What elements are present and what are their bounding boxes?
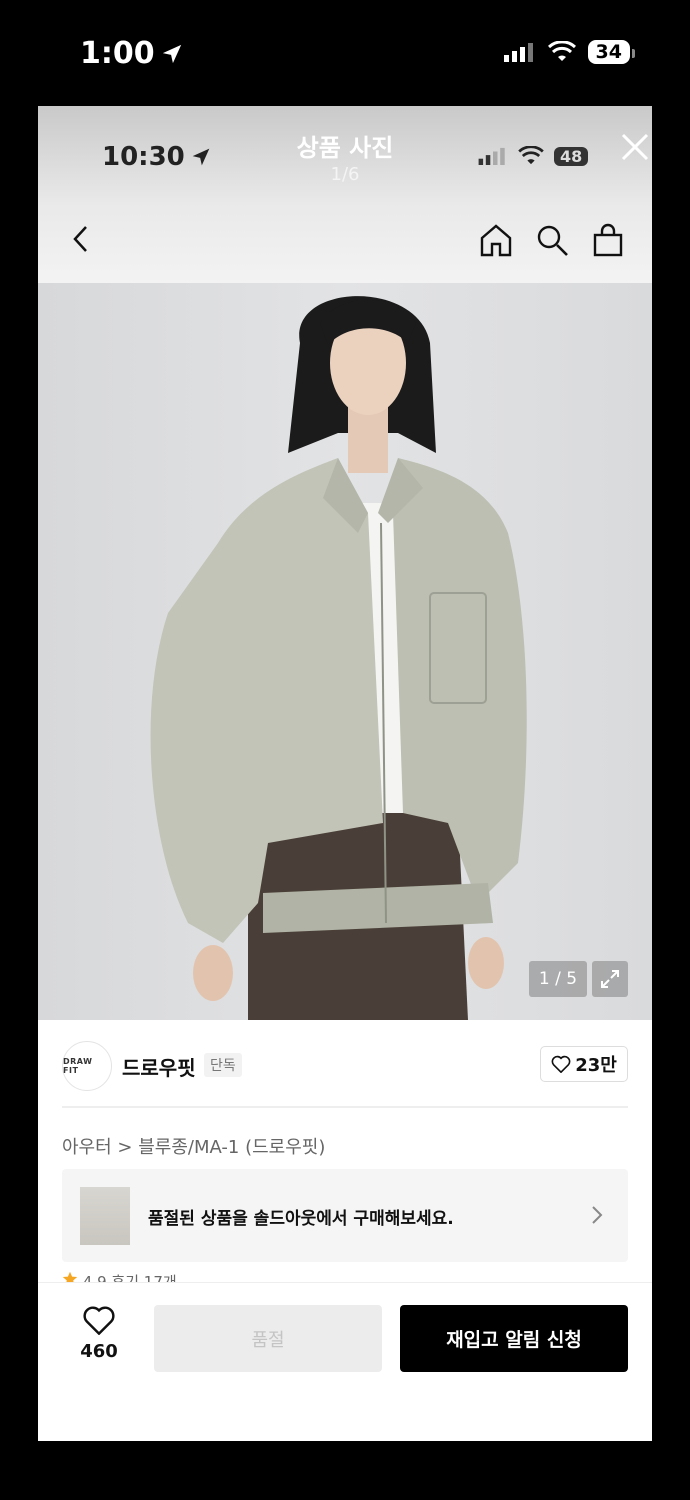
outer-status-icons: 34	[503, 40, 636, 64]
home-icon[interactable]	[478, 222, 514, 258]
app-screen: 10:30 48 상품 사진 1/6 1 / 5 DRAW FIT 드로우핏 단…	[38, 106, 652, 1441]
sold-out-button: 품절	[154, 1305, 382, 1372]
banner-text: 품절된 상품을 솔드아웃에서 구매해보세요.	[148, 1209, 454, 1229]
product-image[interactable]	[38, 283, 652, 1020]
back-icon[interactable]	[70, 224, 92, 254]
heart-icon	[551, 1055, 571, 1073]
brand-logo-text: DRAW FIT	[63, 1057, 93, 1075]
heart-icon[interactable]	[82, 1305, 116, 1336]
product-photo-illustration	[150, 296, 527, 1020]
wifi-icon	[547, 41, 576, 61]
battery-indicator: 34	[587, 40, 636, 64]
expand-icon[interactable]	[599, 968, 621, 990]
location-arrow-icon	[162, 44, 181, 63]
category-breadcrumb[interactable]: 아우터 > 블루종/MA-1 (드로우핏)	[62, 1133, 325, 1159]
exclusive-badge: 단독	[204, 1053, 242, 1077]
brand-logo[interactable]: DRAW FIT	[62, 1041, 112, 1091]
image-counter-badge: 1 / 5	[529, 961, 587, 997]
close-icon[interactable]	[620, 132, 650, 162]
header-actions	[478, 222, 626, 258]
close-viewer-button[interactable]	[620, 132, 652, 164]
wishlist-button[interactable]: 460	[66, 1305, 132, 1362]
search-icon[interactable]	[534, 222, 570, 258]
chevron-right-icon	[592, 1206, 603, 1224]
brand-name[interactable]: 드로우핏	[122, 1052, 196, 1081]
outer-time-text: 1:00	[80, 36, 155, 71]
back-button[interactable]	[70, 224, 92, 258]
bottom-action-bar: 460 품절 재입고 알림 신청	[38, 1282, 652, 1441]
viewer-photo-count: 1/6	[330, 164, 360, 185]
wishlist-count: 460	[80, 1341, 118, 1362]
viewer-title: 상품 사진	[296, 134, 394, 162]
brand-like-count: 23만	[575, 1055, 617, 1076]
banner-product-thumbnail	[80, 1187, 130, 1245]
soldout-promo-banner[interactable]: 품절된 상품을 솔드아웃에서 구매해보세요.	[62, 1169, 628, 1262]
outer-status-time: 1:00	[80, 36, 183, 71]
expand-image-button[interactable]	[592, 961, 628, 997]
section-divider	[62, 1106, 628, 1108]
signal-icon	[503, 43, 533, 62]
shopping-bag-icon[interactable]	[590, 222, 626, 258]
restock-notify-button[interactable]: 재입고 알림 신청	[400, 1305, 628, 1372]
brand-like-button[interactable]: 23만	[540, 1046, 628, 1082]
